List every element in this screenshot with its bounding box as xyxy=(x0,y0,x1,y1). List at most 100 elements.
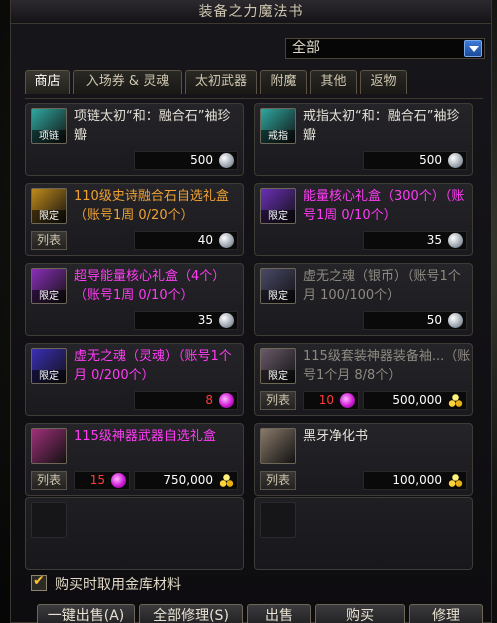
item-price: 8 xyxy=(205,393,213,407)
chevron-down-icon[interactable] xyxy=(464,40,482,57)
item-icon[interactable] xyxy=(31,428,67,464)
soul-cost-box: 10 xyxy=(303,391,359,410)
item-icon[interactable]: 限定 xyxy=(260,188,296,224)
item-icon-tag: 限定 xyxy=(32,290,66,303)
empty-slot[interactable] xyxy=(25,497,244,570)
dropdown-value: 全部 xyxy=(292,40,320,56)
item-price: 40 xyxy=(197,233,213,247)
item-icon-tag: 限定 xyxy=(261,290,295,303)
tab-other[interactable]: 其他 xyxy=(310,70,357,94)
item-name: 戒指太初“和：融合石”袖珍瓣 xyxy=(303,109,460,143)
shop-item-card[interactable]: 限定 110级史诗融合石自选礼盒（账号1周 0/20个） 列表 40 xyxy=(25,183,244,256)
use-vault-checkbox[interactable] xyxy=(31,573,47,591)
list-button[interactable]: 列表 xyxy=(31,231,67,250)
item-name: 超导能量核心礼盒（4个）（账号1周 0/10个） xyxy=(74,269,226,303)
empty-slot-icon xyxy=(31,502,67,538)
price-box: 500,000 xyxy=(363,391,467,410)
soul-cost: 10 xyxy=(318,393,334,407)
item-name: 115级套装神器装备袖...（账号1个月 8/8个） xyxy=(303,349,471,383)
item-icon-tag: 限定 xyxy=(261,210,295,223)
shop-item-card[interactable]: 黑牙净化书列表 100,000 xyxy=(254,423,473,496)
magic-book-window: 装备之力魔法书 全部 商店 入场券 & 灵魂 太初武器 附魔 其他 返物 项链项… xyxy=(10,0,492,623)
item-icon-tag: 限定 xyxy=(32,210,66,223)
tab-primordial-weapons[interactable]: 太初武器 xyxy=(185,70,257,94)
silver-coin-icon xyxy=(219,233,234,248)
item-price: 100,000 xyxy=(392,473,442,487)
item-icon[interactable]: 戒指 xyxy=(260,108,296,144)
window-title[interactable]: 装备之力魔法书 xyxy=(11,0,491,24)
shop-item-card[interactable]: 限定 虚无之魂（灵魂）（账号1个月 0/200个） 8 xyxy=(25,343,244,416)
tab-enchant[interactable]: 附魔 xyxy=(260,70,307,94)
item-icon-tag: 限定 xyxy=(32,370,66,383)
sell-button[interactable]: 出售 xyxy=(247,604,311,623)
shop-item-grid: 项链 项链太初“和：融合石”袖珍瓣 500 戒指 戒指太初“和：融合石”袖珍瓣 500 限定… xyxy=(25,98,483,570)
empty-slot[interactable] xyxy=(254,497,473,570)
shop-item-card[interactable]: 限定 虚无之魂（银币）（账号1个月 100/100个） 50 xyxy=(254,263,473,336)
category-dropdown[interactable]: 全部 xyxy=(285,38,485,59)
shop-item-card[interactable]: 限定 能量核心礼盒（300个）（账号1周 0/10个） 35 xyxy=(254,183,473,256)
shop-item-card[interactable]: 限定 超导能量核心礼盒（4个）（账号1周 0/10个） 35 xyxy=(25,263,244,336)
item-name: 110级史诗融合石自选礼盒（账号1周 0/20个） xyxy=(74,189,229,223)
item-name: 项链太初“和：融合石”袖珍瓣 xyxy=(74,109,231,143)
gold-coin-icon xyxy=(218,473,235,488)
tab-return[interactable]: 返物 xyxy=(360,70,407,94)
gold-coin-icon xyxy=(447,393,464,408)
repair-button[interactable]: 修理 xyxy=(409,604,483,623)
item-price: 50 xyxy=(426,313,442,327)
item-name: 能量核心礼盒（300个）（账号1周 0/10个） xyxy=(303,189,465,223)
shop-item-card[interactable]: 115级神器武器自选礼盒列表 15 750,000 xyxy=(25,423,244,496)
item-icon[interactable]: 限定 xyxy=(31,268,67,304)
silver-coin-icon xyxy=(448,153,463,168)
price-box: 500 xyxy=(134,151,238,170)
price-box: 50 xyxy=(363,311,467,330)
price-box: 40 xyxy=(134,231,238,250)
list-button[interactable]: 列表 xyxy=(31,471,67,490)
quick-sell-button[interactable]: 一键出售(A) xyxy=(37,604,135,623)
item-icon[interactable]: 限定 xyxy=(260,268,296,304)
item-icon[interactable]: 项链 xyxy=(31,108,67,144)
gem-coin-icon xyxy=(219,393,234,408)
empty-slot-icon xyxy=(260,502,296,538)
shop-item-card[interactable]: 限定 115级套装神器装备袖...（账号1个月 8/8个） 列表 10 500,000 xyxy=(254,343,473,416)
soul-cost-box: 15 xyxy=(74,471,130,490)
item-icon[interactable]: 限定 xyxy=(31,188,67,224)
soul-gem-icon xyxy=(111,473,126,488)
item-price: 500 xyxy=(419,153,442,167)
price-box: 750,000 xyxy=(134,471,238,490)
item-name: 虚无之魂（银币）（账号1个月 100/100个） xyxy=(303,269,461,303)
item-icon-tag: 限定 xyxy=(261,370,295,383)
silver-coin-icon xyxy=(219,313,234,328)
list-button[interactable]: 列表 xyxy=(260,391,296,410)
shop-item-card[interactable]: 戒指 戒指太初“和：融合石”袖珍瓣 500 xyxy=(254,103,473,176)
item-price: 35 xyxy=(426,233,442,247)
list-button[interactable]: 列表 xyxy=(260,471,296,490)
tab-tickets-souls[interactable]: 入场券 & 灵魂 xyxy=(73,70,182,94)
shop-item-card[interactable]: 项链 项链太初“和：融合石”袖珍瓣 500 xyxy=(25,103,244,176)
price-box: 35 xyxy=(134,311,238,330)
silver-coin-icon xyxy=(448,313,463,328)
item-name: 黑牙净化书 xyxy=(303,429,369,444)
tab-shop[interactable]: 商店 xyxy=(25,70,70,94)
soul-cost: 15 xyxy=(89,473,105,487)
item-name: 虚无之魂（灵魂）（账号1个月 0/200个） xyxy=(74,349,232,383)
item-icon[interactable]: 限定 xyxy=(260,348,296,384)
item-name: 115级神器武器自选礼盒 xyxy=(74,429,216,444)
repair-all-button[interactable]: 全部修理(S) xyxy=(139,604,243,623)
item-icon[interactable] xyxy=(260,428,296,464)
buy-button[interactable]: 购买 xyxy=(315,604,405,623)
silver-coin-icon xyxy=(219,153,234,168)
item-icon-tag: 戒指 xyxy=(261,130,295,143)
item-price: 750,000 xyxy=(163,473,213,487)
item-icon-tag: 项链 xyxy=(32,130,66,143)
price-box: 500 xyxy=(363,151,467,170)
item-icon[interactable]: 限定 xyxy=(31,348,67,384)
soul-gem-icon xyxy=(340,393,355,408)
price-box: 8 xyxy=(134,391,238,410)
item-price: 500,000 xyxy=(392,393,442,407)
gold-coin-icon xyxy=(447,473,464,488)
silver-coin-icon xyxy=(448,233,463,248)
item-price: 500 xyxy=(190,153,213,167)
item-price: 35 xyxy=(197,313,213,327)
use-vault-label: 购买时取用金库材料 xyxy=(55,577,181,593)
price-box: 35 xyxy=(363,231,467,250)
